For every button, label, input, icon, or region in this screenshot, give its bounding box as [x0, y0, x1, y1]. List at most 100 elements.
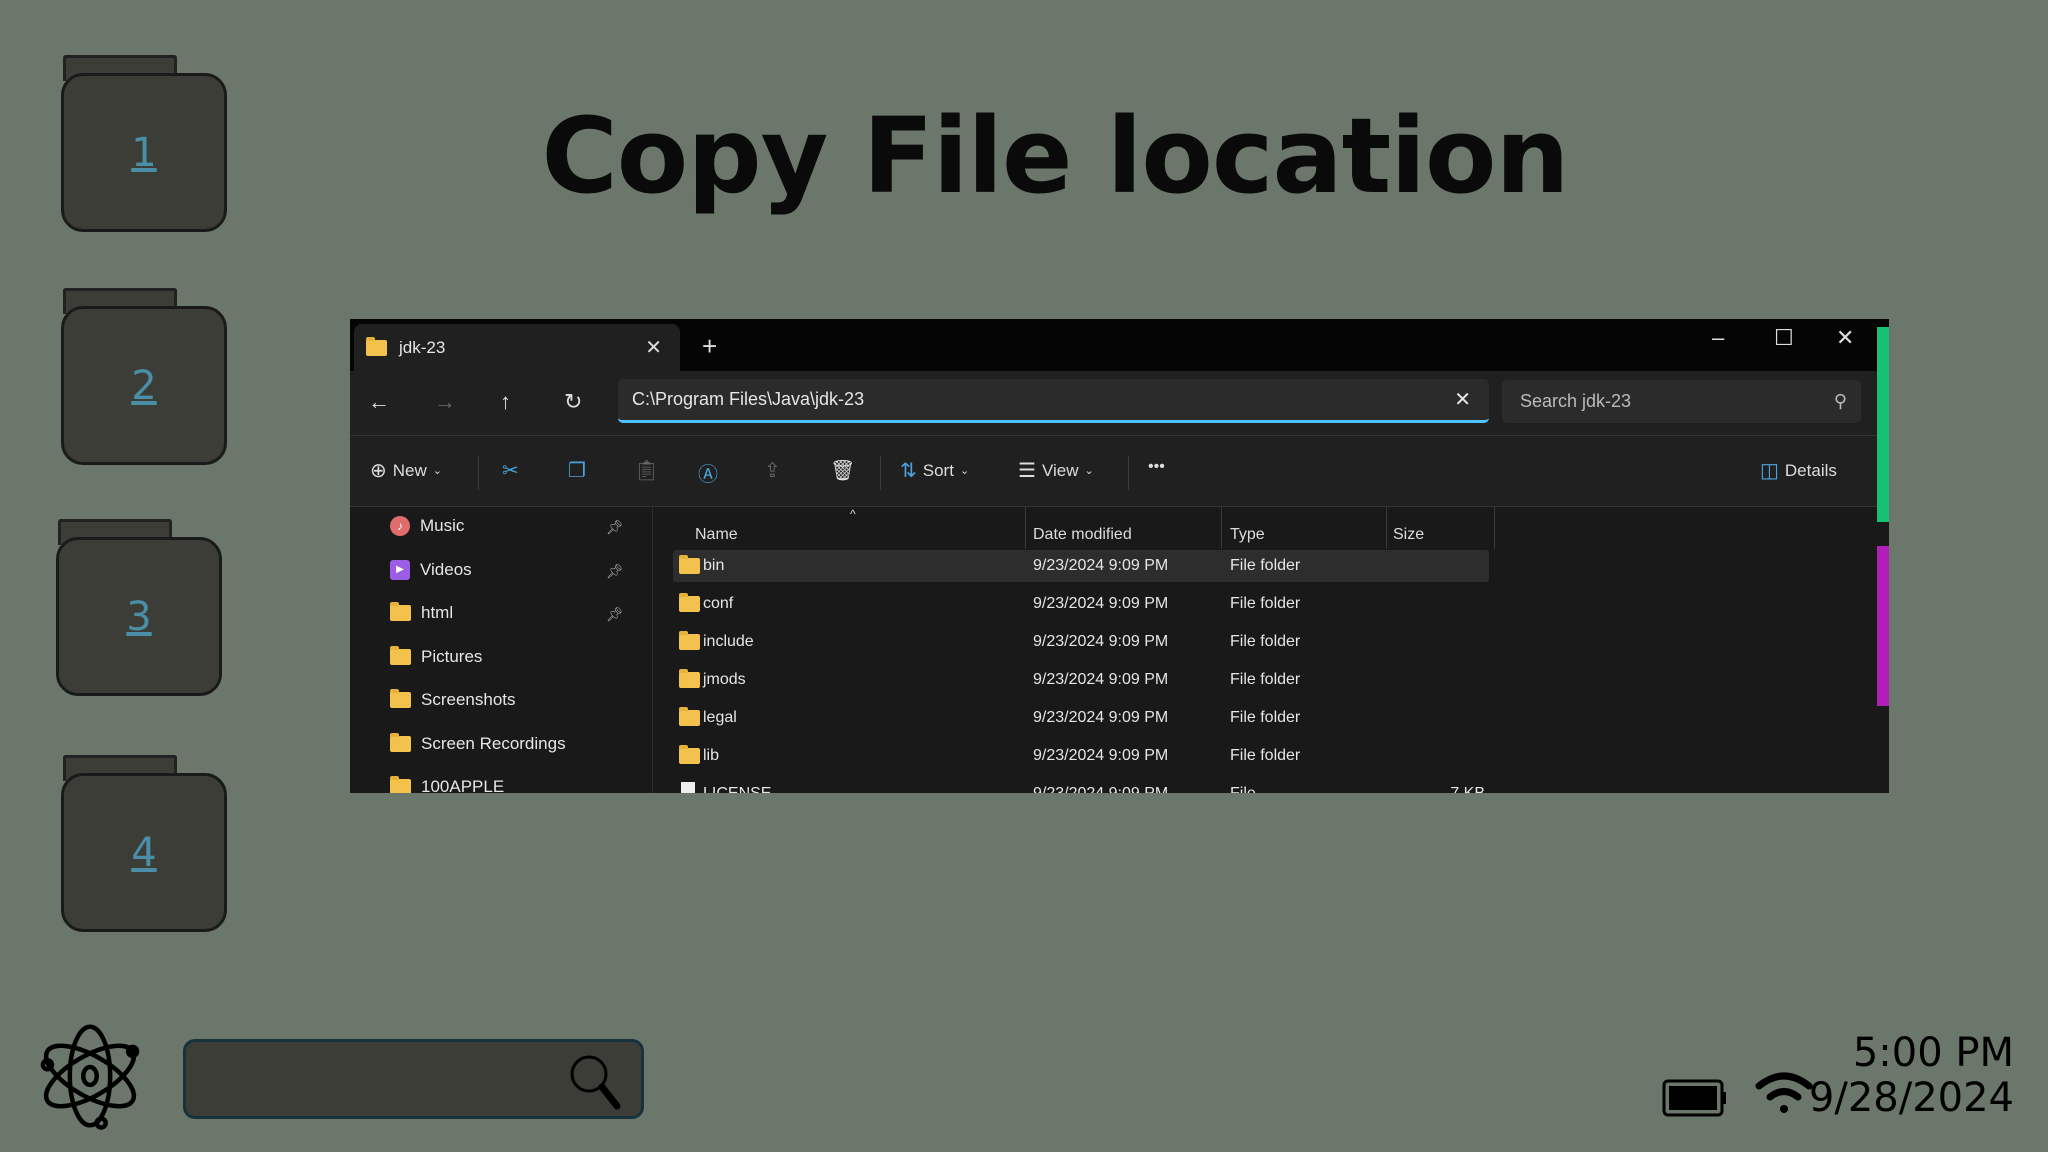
folder-body: 4 — [61, 773, 227, 932]
details-button[interactable]: ◫ Details — [1760, 458, 1837, 483]
file-name: LICENSE — [703, 785, 771, 793]
maximize-button[interactable]: ☐ — [1774, 325, 1794, 351]
file-row[interactable]: conf 9/23/2024 9:09 PM File folder — [673, 588, 1489, 620]
refresh-button[interactable]: ↻ — [564, 389, 582, 415]
close-window-button[interactable]: ✕ — [1836, 325, 1854, 351]
folder-icon — [390, 689, 411, 708]
tab-jdk-23[interactable]: jdk-23 ✕ — [354, 324, 680, 371]
taskbar-search-input[interactable] — [183, 1039, 644, 1119]
start-atom-icon[interactable] — [34, 1020, 146, 1132]
search-icon — [570, 1055, 621, 1110]
view-label: View — [1041, 460, 1079, 480]
forward-button[interactable]: → — [434, 389, 456, 415]
copy-button[interactable]: ❐ — [568, 458, 586, 483]
sidebar-item-screen-recordings[interactable]: Screen Recordings — [390, 732, 566, 754]
scrollbar[interactable] — [1877, 327, 1889, 522]
new-button[interactable]: ⊕ New ⌄ — [370, 458, 442, 483]
navigation-pane: ♪ Music 📌︎ ▶ Videos 📌︎ html 📌︎ Pictures Screensho… — [350, 507, 653, 793]
file-name: lib — [703, 747, 720, 764]
pin-icon[interactable]: 📌︎ — [606, 563, 624, 580]
file-name: conf — [703, 595, 734, 612]
file-name: include — [703, 633, 754, 650]
share-button[interactable]: ⇪ — [764, 458, 781, 483]
search-icon: ⚲ — [1833, 391, 1847, 411]
clear-address-icon[interactable]: ✕ — [1454, 387, 1471, 412]
column-divider[interactable] — [1386, 507, 1387, 549]
tab-bar: jdk-23 ✕ + – ☐ ✕ — [350, 319, 1889, 371]
details-pane-icon: ◫ — [1760, 460, 1779, 482]
folder-body: 2 — [61, 306, 227, 465]
minimize-button[interactable]: – — [1712, 325, 1724, 351]
column-date-modified[interactable]: Date modified — [1033, 526, 1132, 544]
sidebar-item-screenshots[interactable]: Screenshots — [390, 689, 516, 710]
file-date: 9/23/2024 9:09 PM — [1033, 595, 1169, 612]
file-type: File folder — [1230, 709, 1301, 726]
sort-icon: ⇅ — [900, 460, 917, 482]
folder-icon — [390, 732, 411, 752]
clock-date[interactable]: 9/28/2024 — [1809, 1075, 2014, 1121]
clock-time[interactable]: 5:00 PM — [1853, 1030, 2014, 1076]
address-bar[interactable]: C:\Program Files\Java\jdk-23 ✕ — [618, 379, 1489, 423]
file-explorer-window: jdk-23 ✕ + – ☐ ✕ ← → ↑ ↻ C:\Program Files… — [350, 319, 1889, 793]
folder-icon — [390, 645, 411, 665]
file-name: legal — [703, 709, 737, 726]
close-tab-icon[interactable]: ✕ — [645, 335, 662, 360]
column-size[interactable]: Size — [1393, 526, 1424, 544]
up-button[interactable]: ↑ — [500, 389, 511, 415]
folder-icon — [679, 631, 700, 650]
desktop-folder-4[interactable]: 4 — [61, 755, 227, 935]
view-button[interactable]: ☰ View ⌄ — [1018, 458, 1094, 483]
new-tab-button[interactable]: + — [702, 331, 717, 362]
column-type[interactable]: Type — [1230, 526, 1265, 544]
folder-body: 3 — [56, 537, 222, 696]
file-row[interactable]: jmods 9/23/2024 9:09 PM File folder — [673, 664, 1489, 696]
sidebar-item-music[interactable]: ♪ Music — [390, 516, 464, 536]
file-row[interactable]: bin 9/23/2024 9:09 PM File folder — [673, 550, 1489, 582]
navigation-bar: ← → ↑ ↻ C:\Program Files\Java\jdk-23 ✕ Se… — [350, 371, 1889, 435]
column-divider[interactable] — [1221, 507, 1222, 549]
address-text: C:\Program Files\Java\jdk-23 — [632, 389, 865, 409]
cut-button[interactable]: ✂ — [502, 458, 519, 483]
file-row[interactable]: lib 9/23/2024 9:09 PM File folder — [673, 740, 1489, 772]
folder-label[interactable]: 2 — [131, 363, 156, 409]
folder-label[interactable]: 3 — [126, 594, 151, 640]
wifi-icon[interactable] — [1754, 1070, 1814, 1116]
file-type: File folder — [1230, 595, 1301, 612]
sidebar-item-html[interactable]: html — [390, 602, 453, 623]
search-input[interactable]: Search jdk-23 ⚲ — [1502, 380, 1861, 423]
rename-button[interactable]: Ⓐ — [698, 458, 718, 487]
file-row[interactable]: LICENSE 9/23/2024 9:09 PM File 7 KB — [673, 778, 1489, 793]
details-label: Details — [1784, 460, 1837, 480]
sidebar-item-pictures[interactable]: Pictures — [390, 645, 482, 667]
desktop-folder-3[interactable]: 3 — [56, 519, 222, 699]
column-divider[interactable] — [1494, 507, 1495, 549]
sidebar-item-label: Screen Recordings — [421, 733, 566, 753]
chevron-down-icon: ⌄ — [432, 465, 442, 477]
divider — [880, 456, 881, 490]
paste-button[interactable]: 📋︎ — [634, 458, 659, 483]
sidebar-item-100apple[interactable]: 100APPLE — [390, 776, 504, 793]
chevron-down-icon: ⌄ — [959, 465, 970, 477]
delete-button[interactable]: 🗑︎ — [830, 458, 855, 483]
sort-button[interactable]: ⇅ Sort ⌄ — [900, 458, 969, 483]
column-name[interactable]: Name — [695, 526, 738, 544]
pin-icon[interactable]: 📌︎ — [606, 519, 624, 536]
folder-icon — [366, 336, 387, 356]
desktop-folder-2[interactable]: 2 — [61, 288, 227, 468]
folder-icon — [390, 776, 411, 793]
more-options-button[interactable]: ••• — [1148, 458, 1165, 476]
file-row[interactable]: include 9/23/2024 9:09 PM File folder — [673, 626, 1489, 658]
pin-icon[interactable]: 📌︎ — [606, 606, 624, 623]
folder-icon — [679, 669, 700, 688]
plus-circle-icon: ⊕ — [370, 460, 387, 482]
chevron-down-icon: ⌄ — [1084, 465, 1094, 477]
new-label: New — [392, 460, 427, 480]
back-button[interactable]: ← — [368, 389, 390, 415]
sidebar-item-videos[interactable]: ▶ Videos — [390, 559, 472, 580]
folder-label[interactable]: 4 — [131, 830, 156, 876]
search-placeholder: Search jdk-23 — [1520, 391, 1632, 411]
file-row[interactable]: legal 9/23/2024 9:09 PM File folder — [673, 702, 1489, 734]
sidebar-item-label: Videos — [420, 559, 472, 579]
column-divider[interactable] — [1025, 507, 1026, 549]
file-type: File — [1230, 785, 1256, 793]
